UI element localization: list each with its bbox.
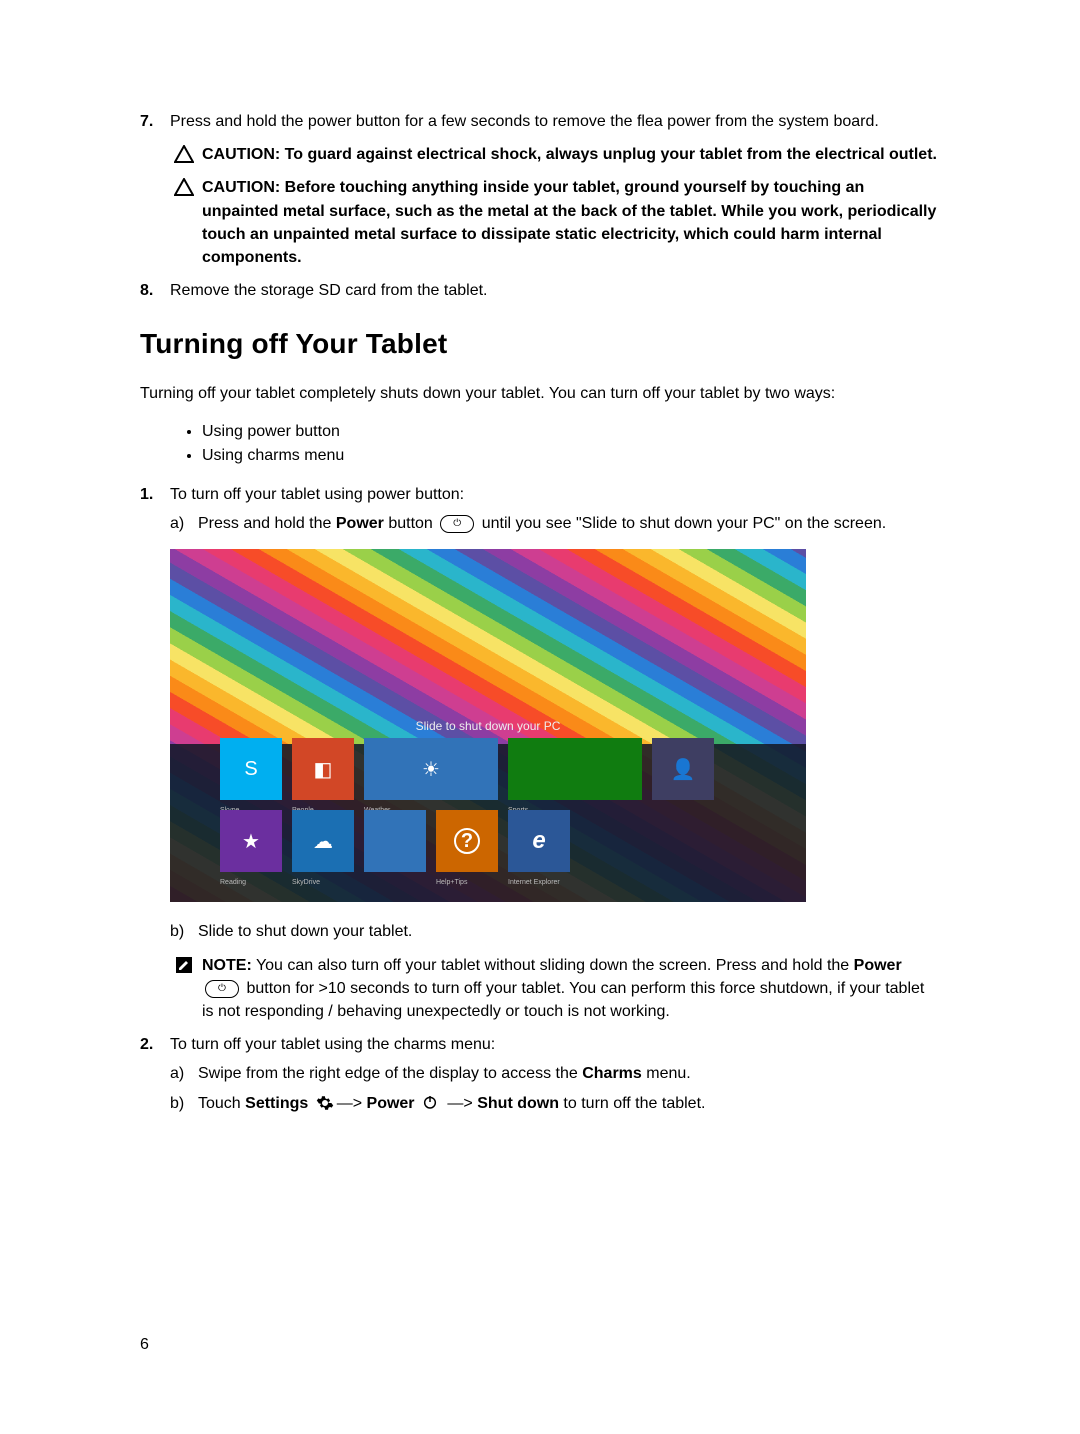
note-pencil-icon xyxy=(170,954,198,1024)
text-fragment: Touch xyxy=(198,1095,245,1112)
tile-skydrive: ☁SkyDrive xyxy=(292,810,354,872)
step-text: To turn off your tablet using the charms… xyxy=(170,1033,940,1056)
text-fragment: —> xyxy=(443,1095,477,1112)
tile-people: ◧People xyxy=(292,738,354,800)
substep-mark: b) xyxy=(170,920,198,943)
power-keyword: Power xyxy=(854,957,902,974)
step-number: 7. xyxy=(140,110,170,133)
note-block: NOTE: You can also turn off your tablet … xyxy=(170,954,940,1024)
caution-block: CAUTION: Before touching anything inside… xyxy=(170,176,940,269)
caution-text: CAUTION: To guard against electrical sho… xyxy=(198,143,940,166)
tile-user: 👤 xyxy=(652,738,714,800)
note-label: NOTE: xyxy=(202,957,252,974)
caution-triangle-icon xyxy=(170,143,198,166)
step-number: 1. xyxy=(140,483,170,506)
caution-text: CAUTION: Before touching anything inside… xyxy=(198,176,940,269)
tile-blank xyxy=(364,810,426,872)
text-fragment: button xyxy=(384,515,437,532)
power-button-icon: ⏻ xyxy=(440,515,474,533)
settings-keyword: Settings xyxy=(245,1095,308,1112)
substep-mark: a) xyxy=(170,512,198,535)
substep-text: Slide to shut down your tablet. xyxy=(198,920,940,943)
step-8: 8. Remove the storage SD card from the t… xyxy=(140,279,940,302)
text-fragment: Press and hold the xyxy=(198,515,336,532)
charms-keyword: Charms xyxy=(582,1065,642,1082)
substep-1a: a) Press and hold the Power button ⏻ unt… xyxy=(170,512,940,535)
substep-1b: b) Slide to shut down your tablet. xyxy=(170,920,940,943)
text-fragment: menu. xyxy=(642,1065,691,1082)
slide-to-shutdown-figure: Slide to shut down your PC ▼ SSkype ◧Peo… xyxy=(170,549,806,902)
text-fragment: You can also turn off your tablet withou… xyxy=(252,957,854,974)
tile-label: Internet Explorer xyxy=(508,879,570,886)
start-tiles: SSkype ◧People ☀Weather Sports 👤 ★Readin… xyxy=(220,738,756,872)
caution-block: CAUTION: To guard against electrical sho… xyxy=(170,143,940,166)
step-text: Remove the storage SD card from the tabl… xyxy=(170,279,940,302)
caution-content: Before touching anything inside your tab… xyxy=(202,179,936,266)
shutdown-keyword: Shut down xyxy=(477,1095,559,1112)
slide-text: Slide to shut down your PC xyxy=(170,719,806,733)
tile-ie: eInternet Explorer xyxy=(508,810,570,872)
gear-icon xyxy=(316,1094,334,1112)
text-fragment: to turn off the tablet. xyxy=(559,1095,705,1112)
intro-paragraph: Turning off your tablet completely shuts… xyxy=(140,382,940,405)
step-7: 7. Press and hold the power button for a… xyxy=(140,110,940,133)
tile-label: Help+Tips xyxy=(436,879,498,886)
section-heading: Turning off Your Tablet xyxy=(140,328,940,360)
step-number: 8. xyxy=(140,279,170,302)
substep-text: Press and hold the Power button ⏻ until … xyxy=(198,512,940,535)
caution-label: CAUTION: xyxy=(202,146,280,163)
power-icon xyxy=(422,1094,440,1112)
substep-text: Touch Settings —> Power —> Shut down to … xyxy=(198,1092,940,1115)
step-text: To turn off your tablet using power butt… xyxy=(170,483,940,506)
note-text: NOTE: You can also turn off your tablet … xyxy=(198,954,940,1024)
text-fragment: button for >10 seconds to turn off your … xyxy=(202,980,924,1020)
power-button-icon: ⏻ xyxy=(205,980,239,998)
substep-2a: a) Swipe from the right edge of the disp… xyxy=(170,1062,940,1085)
tile-label: Reading xyxy=(220,879,282,886)
tile-weather: ☀Weather xyxy=(364,738,498,800)
text-fragment: Swipe from the right edge of the display… xyxy=(198,1065,582,1082)
step-number: 2. xyxy=(140,1033,170,1056)
substep-2b: b) Touch Settings —> Power —> Shut down … xyxy=(170,1092,940,1115)
substep-text: Swipe from the right edge of the display… xyxy=(198,1062,940,1085)
method-bullet-list: Using power button Using charms menu xyxy=(202,420,940,470)
text-fragment: until you see "Slide to shut down your P… xyxy=(477,515,886,532)
caution-content: To guard against electrical shock, alway… xyxy=(280,146,937,163)
tile-label: SkyDrive xyxy=(292,879,354,886)
caution-triangle-icon xyxy=(170,176,198,269)
tile-reading: ★Reading xyxy=(220,810,282,872)
document-page: 7. Press and hold the power button for a… xyxy=(0,0,1080,1434)
text-fragment: —> xyxy=(337,1095,367,1112)
tile-skype: SSkype xyxy=(220,738,282,800)
step-text: Press and hold the power button for a fe… xyxy=(170,110,940,133)
caution-label: CAUTION: xyxy=(202,179,280,196)
tile-sports: Sports xyxy=(508,738,642,800)
substep-mark: a) xyxy=(170,1062,198,1085)
substep-mark: b) xyxy=(170,1092,198,1115)
power-keyword: Power xyxy=(336,515,384,532)
bullet-power-button: Using power button xyxy=(202,420,940,445)
power-keyword: Power xyxy=(367,1095,415,1112)
bullet-charms-menu: Using charms menu xyxy=(202,444,940,469)
tile-help: ?Help+Tips xyxy=(436,810,498,872)
ordered-step-1: 1. To turn off your tablet using power b… xyxy=(140,483,940,506)
ordered-step-2: 2. To turn off your tablet using the cha… xyxy=(140,1033,940,1056)
page-number: 6 xyxy=(140,1336,149,1354)
